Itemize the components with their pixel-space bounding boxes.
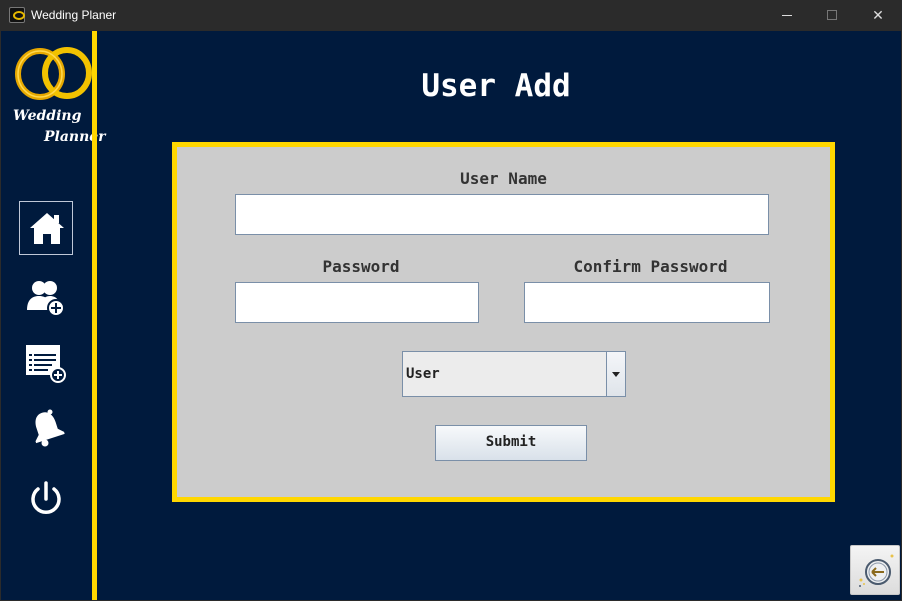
username-input[interactable] [235,194,769,235]
password-input[interactable] [235,282,479,323]
back-arrow-icon [859,554,894,587]
window-title: Wedding Planer [31,8,117,22]
app-window: Wedding Planner User Add User Name Passw… [1,31,901,600]
role-select-value: User [406,366,440,382]
minimize-button[interactable] [764,0,810,31]
sidebar-item-add-user[interactable] [19,271,73,325]
sidebar-item-add-list[interactable] [19,336,73,390]
power-icon [31,481,61,514]
home-icon [30,213,64,244]
username-label: User Name [460,169,547,188]
title-bar: Wedding Planer ✕ [0,0,902,31]
role-select[interactable]: User [402,351,626,397]
logo-text-wedding: Wedding [13,108,82,124]
add-user-icon [27,281,65,317]
rings-icon [15,47,92,100]
maximize-button[interactable] [809,0,855,31]
page-title-text: User Add [421,68,571,104]
close-button[interactable]: ✕ [855,0,901,31]
bell-icon [35,409,65,447]
sidebar-item-bell[interactable] [19,401,73,455]
app-icon [9,7,25,23]
confirm-password-label: Confirm Password [573,257,728,276]
password-label: Password [322,257,400,276]
sidebar-divider [92,31,97,600]
sidebar-item-home[interactable] [19,201,73,255]
submit-button[interactable]: Submit [435,425,587,461]
chevron-down-icon[interactable] [606,352,625,396]
wedding-planner-logo: Wedding Planner [11,46,106,145]
back-button[interactable] [850,545,900,595]
confirm-password-input[interactable] [524,282,770,323]
add-list-icon [26,345,66,383]
sidebar-item-power[interactable] [19,471,73,525]
page-title: User Add [101,68,901,104]
sidebar: Wedding Planner [1,31,106,600]
user-add-form: User Name Password Confirm Password User… [172,142,835,502]
